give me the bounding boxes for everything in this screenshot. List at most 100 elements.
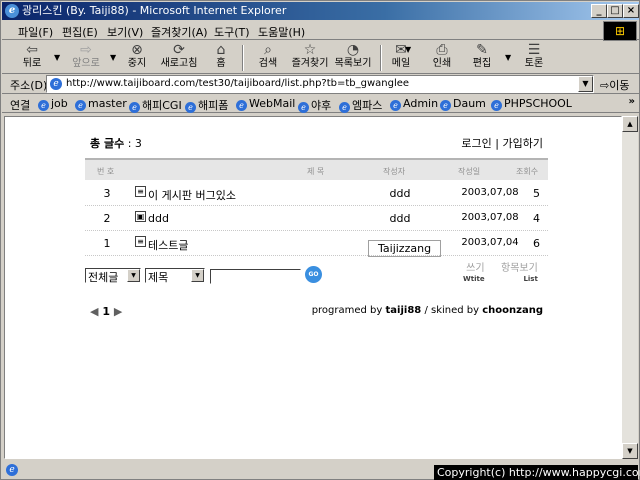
chevron-down-icon[interactable]: ▼ (191, 269, 204, 282)
links-more-icon[interactable]: » (629, 96, 635, 107)
stop-label: 중지 (127, 58, 147, 69)
minimize-button[interactable]: _ (591, 4, 607, 18)
page-content: 총 글수 : 3 로그인 | 가입하기 번 호 제 목 작성자 작성일 조회수 … (4, 116, 622, 459)
edit-button[interactable]: ✎ 편집 (468, 42, 496, 73)
favorites-icon: ☆ (303, 42, 317, 58)
go-button[interactable]: ⇨이동 (600, 77, 629, 93)
link-page-icon: e (390, 100, 401, 111)
signup-link[interactable]: 가입하기 (503, 137, 543, 150)
col-subject: 제 목 (307, 167, 325, 176)
history-icon: ◔ (346, 42, 360, 58)
stop-button[interactable]: ⊗ 중지 (122, 42, 152, 73)
link-page-icon: e (129, 102, 140, 113)
link-job[interactable]: e job (38, 97, 68, 111)
row-subject[interactable]: 이 게시판 버그있소 (148, 187, 236, 203)
link-webmail[interactable]: e WebMail (236, 97, 295, 111)
link-page-icon: e (236, 100, 247, 111)
address-input[interactable]: e http://www.taijiboard.com/test30/taiji… (46, 75, 594, 93)
home-label: 홈 (216, 58, 226, 69)
history-button[interactable]: ◔ 목록보기 (333, 42, 373, 73)
credit-line: programed by taiji88 / skined by choonza… (312, 305, 543, 316)
copyright-banner: Copyright(c) http://www.happycgi.com (434, 465, 640, 480)
menu-edit[interactable]: 편집(E) (62, 24, 98, 40)
windows-logo-icon: ⊞ (603, 21, 637, 41)
refresh-button[interactable]: ⟳ 새로고침 (156, 42, 202, 73)
address-dropdown-icon[interactable]: ▼ (578, 76, 593, 92)
discuss-button[interactable]: ☰ 토론 (520, 42, 548, 73)
field-select[interactable]: 제목 ▼ (145, 268, 205, 284)
row-num: 2 (103, 212, 111, 225)
col-hits: 조회수 (516, 167, 539, 176)
menu-favorites[interactable]: 즐겨찾기(A) (151, 24, 208, 40)
row-num: 1 (103, 237, 111, 250)
forward-button[interactable]: ⇨ 앞으로 (66, 42, 106, 73)
go-arrow-icon: ⇨ (600, 79, 610, 92)
search-button[interactable]: ⌕ 검색 (254, 42, 282, 73)
link-page-icon: e (298, 102, 309, 113)
credit-author: taiji88 (385, 305, 422, 316)
list-button[interactable]: 항목보기 List (501, 264, 538, 284)
prev-page-icon[interactable]: ◀ (90, 305, 98, 318)
link-master[interactable]: e master (75, 97, 127, 111)
back-button[interactable]: ⇦ 뒤로 (14, 42, 50, 73)
menu-view[interactable]: 보기(V) (107, 24, 143, 40)
link-empas[interactable]: e 엠파스 (339, 97, 382, 113)
print-label: 인쇄 (432, 58, 452, 69)
next-page-icon[interactable]: ▶ (114, 305, 122, 318)
link-daum[interactable]: e Daum (440, 97, 486, 111)
link-admin[interactable]: e Admin (390, 97, 438, 111)
print-button[interactable]: ⎙ 인쇄 (428, 42, 456, 73)
pagination: ◀ 1 ▶ (90, 305, 122, 318)
menu-help[interactable]: 도움말(H) (258, 24, 305, 40)
mail-dropdown-icon[interactable]: ▼ (405, 45, 411, 54)
row-author[interactable]: ddd (355, 187, 445, 200)
maximize-button[interactable]: □ (607, 4, 623, 18)
link-yahoo[interactable]: e 야후 (298, 97, 331, 113)
table-row[interactable]: 2 ▣ ddd ddd 2003,07,08 4 (85, 206, 548, 231)
vertical-scrollbar[interactable]: ▲ ▼ (622, 116, 638, 459)
scroll-up-icon[interactable]: ▲ (622, 116, 638, 132)
home-button[interactable]: ⌂ 홈 (209, 42, 233, 73)
forward-arrow-icon: ⇨ (80, 42, 92, 58)
chevron-down-icon[interactable]: ▼ (127, 269, 140, 282)
menu-tools[interactable]: 도구(T) (214, 24, 250, 40)
row-author[interactable]: ddd (355, 212, 445, 225)
auth-links: 로그인 | 가입하기 (461, 135, 543, 151)
current-page[interactable]: 1 (102, 305, 110, 318)
row-author-box[interactable]: Taijizzang (368, 237, 442, 257)
login-link[interactable]: 로그인 (461, 137, 491, 150)
table-header: 번 호 제 목 작성자 작성일 조회수 (85, 158, 548, 180)
favorites-button[interactable]: ☆ 즐겨찾기 (289, 42, 331, 73)
forward-dropdown-icon[interactable]: ▼ (110, 53, 116, 62)
scroll-down-icon[interactable]: ▼ (622, 443, 638, 459)
total-value: : 3 (127, 137, 142, 150)
links-label: 연결 (10, 99, 31, 112)
filter-select[interactable]: 전체글 ▼ (85, 268, 141, 284)
write-label: 쓰기 (466, 263, 485, 274)
close-button[interactable]: × (623, 4, 639, 18)
back-arrow-icon: ⇦ (26, 42, 38, 58)
search-input[interactable] (210, 269, 301, 284)
link-phpschool[interactable]: e PHPSCHOOL (491, 97, 572, 111)
table-row[interactable]: 3 ≡ 이 게시판 버그있소 ddd 2003,07,08 5 (85, 181, 548, 206)
menu-bar: 파일(F) 편집(E) 보기(V) 즐겨찾기(A) 도구(T) 도움말(H) (2, 21, 639, 40)
total-posts: 총 글수 : 3 (90, 135, 142, 151)
write-button[interactable]: 쓰기 Wtite (463, 264, 485, 284)
row-subject[interactable]: ddd (148, 212, 169, 225)
link-happycgi[interactable]: e 해피CGI (129, 97, 182, 113)
page-status-icon: e (6, 464, 18, 476)
link-label: Daum (453, 97, 486, 110)
link-label: master (88, 97, 127, 110)
link-happyform[interactable]: e 해피폼 (185, 97, 228, 113)
back-dropdown-icon[interactable]: ▼ (54, 53, 60, 62)
address-url[interactable]: http://www.taijiboard.com/test30/taijibo… (66, 78, 409, 89)
menu-file[interactable]: 파일(F) (18, 24, 53, 40)
table-row[interactable]: 1 ≡ 테스트글 Taijizzang 2003,07,04 6 (85, 231, 548, 257)
toolbar-separator (380, 45, 382, 71)
edit-dropdown-icon[interactable]: ▼ (505, 53, 511, 62)
post-icon: ≡ (135, 186, 146, 197)
toolbar-separator (242, 45, 244, 71)
row-author[interactable]: Taijizzang (368, 240, 442, 257)
search-go-button[interactable]: GO (305, 266, 322, 283)
row-subject[interactable]: 테스트글 (148, 237, 188, 253)
